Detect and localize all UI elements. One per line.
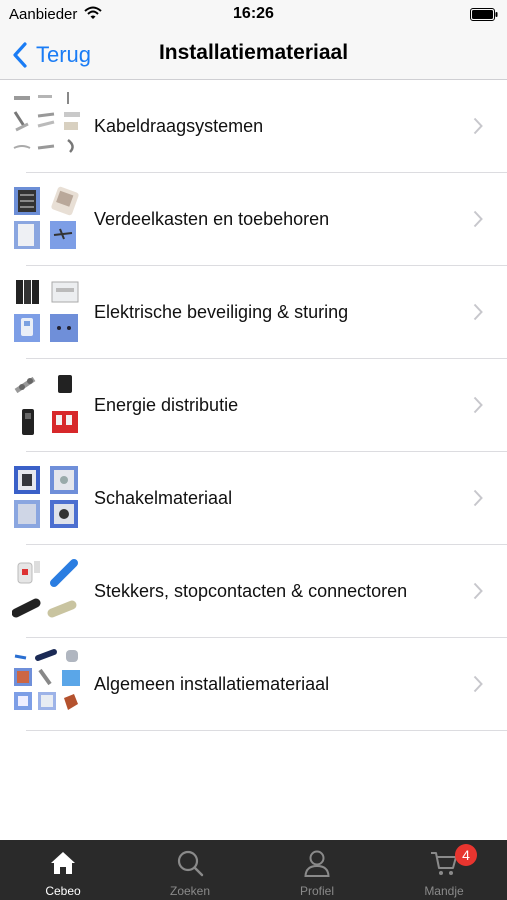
energy-distribution-products-icon: [12, 369, 84, 441]
clock: 16:26: [233, 5, 274, 22]
category-row-schakelmateriaal[interactable]: Schakelmateriaal: [0, 452, 507, 545]
row-separator: [26, 730, 507, 731]
category-row-verdeelkasten[interactable]: Verdeelkasten en toebehoren: [0, 173, 507, 266]
chevron-right-icon: [473, 582, 483, 600]
status-bar: Aanbieder 16:26: [0, 0, 507, 30]
switch-products-icon: [12, 462, 84, 534]
tab-cebeo[interactable]: Cebeo: [0, 840, 126, 900]
tab-mandje[interactable]: 4 Mandje: [381, 840, 507, 900]
tab-zoeken[interactable]: Zoeken: [127, 840, 253, 900]
circuit-breaker-products-icon: [12, 276, 84, 348]
category-row-elektrische-beveiliging[interactable]: Elektrische beveiliging & sturing: [0, 266, 507, 359]
plug-socket-products-icon: [11, 555, 84, 627]
page-title: Installatiemateriaal: [158, 41, 349, 64]
category-list: Kabeldraagsystemen Verdeelkasten en toeb…: [0, 80, 507, 731]
tab-profiel[interactable]: Profiel: [254, 840, 380, 900]
category-label: Verdeelkasten en toebehoren: [94, 209, 330, 229]
category-label: Kabeldraagsystemen: [94, 116, 264, 136]
tab-label: Profiel: [299, 884, 334, 898]
chevron-right-icon: [473, 117, 483, 135]
chevron-right-icon: [473, 396, 483, 414]
chevron-right-icon: [473, 489, 483, 507]
chevron-right-icon: [473, 210, 483, 228]
tab-label: Cebeo: [45, 884, 81, 898]
category-row-algemeen[interactable]: Algemeen installatiemateriaal: [0, 638, 507, 731]
distribution-box-products-icon: [12, 183, 84, 255]
category-row-kabeldraagsystemen[interactable]: Kabeldraagsystemen: [0, 80, 507, 173]
category-label: Stekkers, stopcontacten & connectoren: [94, 581, 408, 601]
cable-tray-products-icon: [12, 90, 84, 162]
category-label: Algemeen installatiemateriaal: [94, 674, 330, 694]
tab-label: Mandje: [424, 884, 464, 898]
tab-bar: Cebeo Zoeken Profiel 4 Mandje: [0, 840, 507, 900]
category-label: Energie distributie: [94, 395, 239, 415]
category-label: Schakelmateriaal: [94, 488, 233, 508]
chevron-right-icon: [473, 303, 483, 321]
battery-icon: [470, 8, 498, 21]
chevron-right-icon: [473, 675, 483, 693]
cart-icon: [431, 852, 457, 875]
home-icon: [51, 852, 75, 874]
profile-icon: [304, 850, 330, 877]
category-row-energie-distributie[interactable]: Energie distributie: [0, 359, 507, 452]
category-row-stekkers[interactable]: Stekkers, stopcontacten & connectoren: [0, 545, 507, 638]
general-material-products-icon: [12, 648, 84, 720]
category-label: Elektrische beveiliging & sturing: [94, 302, 349, 322]
navigation-bar: Terug Installatiemateriaal: [0, 30, 507, 80]
tab-label: Zoeken: [169, 884, 211, 898]
cart-badge: 4: [455, 844, 477, 866]
search-icon: [177, 850, 204, 877]
